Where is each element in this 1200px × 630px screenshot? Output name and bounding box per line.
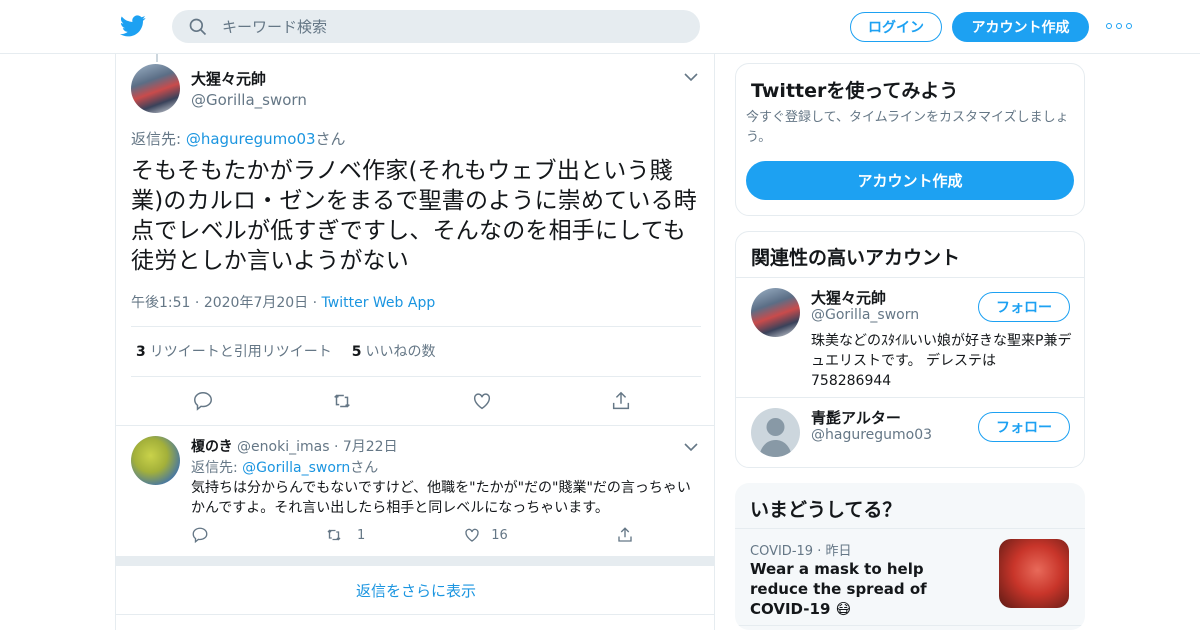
reply-to-link[interactable]: @Gorilla_sworn — [242, 460, 350, 476]
chevron-down-icon[interactable] — [684, 442, 698, 452]
tweet-source[interactable]: Twitter Web App — [322, 295, 436, 311]
reply-suffix: さん — [315, 130, 346, 148]
related-title: 関連性の高いアカウント — [751, 247, 961, 269]
reply-text: 気持ちは分からんでもないですけど、他職を"たかが"だの"賤業"だの言っちゃいかん… — [191, 480, 691, 516]
reply-tweet[interactable]: 榎のき @enoki_imas · 7月22日 返信先: @Gorilla_sw… — [116, 426, 714, 554]
like-icon[interactable] — [471, 390, 493, 412]
avatar[interactable] — [131, 64, 180, 113]
top-bar: ログイン アカウント作成 — [0, 0, 1200, 54]
show-more-replies[interactable]: 返信をさらに表示 — [116, 566, 714, 614]
share-icon[interactable] — [616, 526, 634, 544]
avatar[interactable] — [751, 288, 800, 337]
like-count: 5 — [351, 344, 362, 360]
retweet-count: 3 — [136, 344, 146, 360]
reply-like-count: 16 — [491, 527, 508, 543]
divider — [131, 376, 701, 377]
trend-meta: COVID-19 · 昨日 — [750, 544, 852, 559]
more-icon[interactable] — [1106, 18, 1132, 34]
related-accounts-card: 関連性の高いアカウント 大猩々元帥 @Gorilla_sworn フォロー 珠美… — [735, 231, 1085, 468]
signup-card-desc: 今すぐ登録して、タイムラインをカスタマイズしましょう。 — [746, 110, 1069, 145]
thread-line — [156, 54, 158, 62]
account-handle[interactable]: @Gorilla_sworn — [811, 307, 919, 323]
account-name[interactable]: 大猩々元帥 — [811, 287, 886, 308]
reply-author-handle[interactable]: @enoki_imas — [237, 439, 329, 455]
reply-icon[interactable] — [192, 390, 214, 412]
reply-to-link[interactable]: @haguregumo03 — [186, 130, 316, 148]
tweet-stats: 3 リツイートと引用リツイート 5 いいねの数 — [136, 341, 436, 361]
trends-title: いまどうしてる？ — [750, 499, 902, 521]
trend-image[interactable] — [999, 539, 1069, 608]
follow-button[interactable]: フォロー — [978, 292, 1070, 322]
reply-icon[interactable] — [191, 526, 209, 544]
tweet-date[interactable]: 2020年7月20日 — [204, 295, 308, 311]
retweet-label: リツイートと引用リツイート — [149, 344, 332, 360]
like-stat[interactable]: 5 いいねの数 — [352, 341, 436, 361]
trend-when: 昨日 — [825, 544, 852, 559]
retweet-icon[interactable] — [331, 390, 353, 412]
tweet-meta: 午後1:51 · 2020年7月20日 · Twitter Web App — [131, 295, 436, 311]
tweet-text: そもそもたかがラノベ作家(それもウェブ出という賤業)のカルロ・ゼンをまるで聖書の… — [131, 158, 697, 274]
retweet-stat[interactable]: 3 リツイートと引用リツイート — [136, 341, 332, 361]
section-separator — [116, 556, 714, 566]
reply-to-line: 返信先: @haguregumo03さん — [131, 128, 346, 149]
retweet-icon[interactable] — [325, 526, 343, 544]
related-account[interactable]: 大猩々元帥 @Gorilla_sworn フォロー 珠美などのｽﾀｲﾙいい娘が好… — [736, 278, 1084, 398]
signup-button[interactable]: アカウント作成 — [952, 12, 1089, 42]
trend-headline: Wear a mask to help reduce the spread of… — [750, 560, 927, 618]
follow-button[interactable]: フォロー — [978, 412, 1070, 442]
twitter-bird-icon[interactable] — [120, 13, 146, 39]
reply-date[interactable]: 7月22日 — [343, 439, 398, 455]
reply-to-line: 返信先: @Gorilla_swornさん — [191, 457, 378, 477]
trend-item[interactable]: COVID-19 · 昨日 Wear a mask to help reduce… — [735, 529, 1085, 625]
reply-header: 榎のき @enoki_imas · 7月22日 — [191, 439, 398, 455]
reply-author-name[interactable]: 榎のき — [191, 439, 233, 455]
related-account[interactable]: 青髭アルター @haguregumo03 フォロー — [736, 398, 1084, 467]
avatar[interactable] — [131, 436, 180, 485]
chevron-down-icon[interactable] — [684, 72, 698, 82]
account-bio: 珠美などのｽﾀｲﾙいい娘が好きな聖来P兼デュエリストです。 デレステは75828… — [811, 333, 1072, 389]
reply-prefix: 返信先: — [131, 130, 186, 148]
share-icon[interactable] — [610, 390, 632, 412]
author-name[interactable]: 大猩々元帥 — [191, 68, 307, 89]
search-box[interactable] — [172, 10, 700, 43]
signup-card: Twitterを使ってみよう 今すぐ登録して、タイムラインをカスタマイズしましょ… — [735, 63, 1085, 216]
tweet-time[interactable]: 午後1:51 — [131, 295, 190, 311]
trend-category: COVID-19 — [750, 544, 814, 559]
account-name[interactable]: 青髭アルター — [811, 407, 901, 428]
divider — [131, 326, 701, 327]
tweet-actions — [192, 390, 632, 412]
divider — [116, 614, 714, 615]
search-input[interactable] — [222, 17, 662, 36]
trends-card: いまどうしてる？ COVID-19 · 昨日 Wear a mask to he… — [735, 483, 1085, 630]
reply-prefix: 返信先: — [191, 460, 243, 476]
reply-retweet-count: 1 — [357, 527, 366, 543]
main-column: 大猩々元帥 @Gorilla_sworn 返信先: @haguregumo03さ… — [115, 54, 715, 630]
like-icon[interactable] — [463, 526, 481, 544]
like-label: いいねの数 — [365, 344, 436, 360]
author-handle[interactable]: @Gorilla_sworn — [191, 91, 307, 109]
signup-card-button[interactable]: アカウント作成 — [746, 161, 1074, 200]
default-avatar-icon[interactable] — [751, 408, 800, 457]
signup-card-title: Twitterを使ってみよう — [751, 80, 959, 102]
reply-suffix: さん — [350, 460, 379, 476]
reply-actions: 1 16 — [191, 526, 634, 544]
divider — [735, 625, 1085, 626]
account-handle[interactable]: @haguregumo03 — [811, 427, 932, 443]
tweet-author[interactable]: 大猩々元帥 @Gorilla_sworn — [191, 68, 307, 109]
search-icon — [189, 18, 207, 35]
login-button[interactable]: ログイン — [850, 12, 942, 42]
